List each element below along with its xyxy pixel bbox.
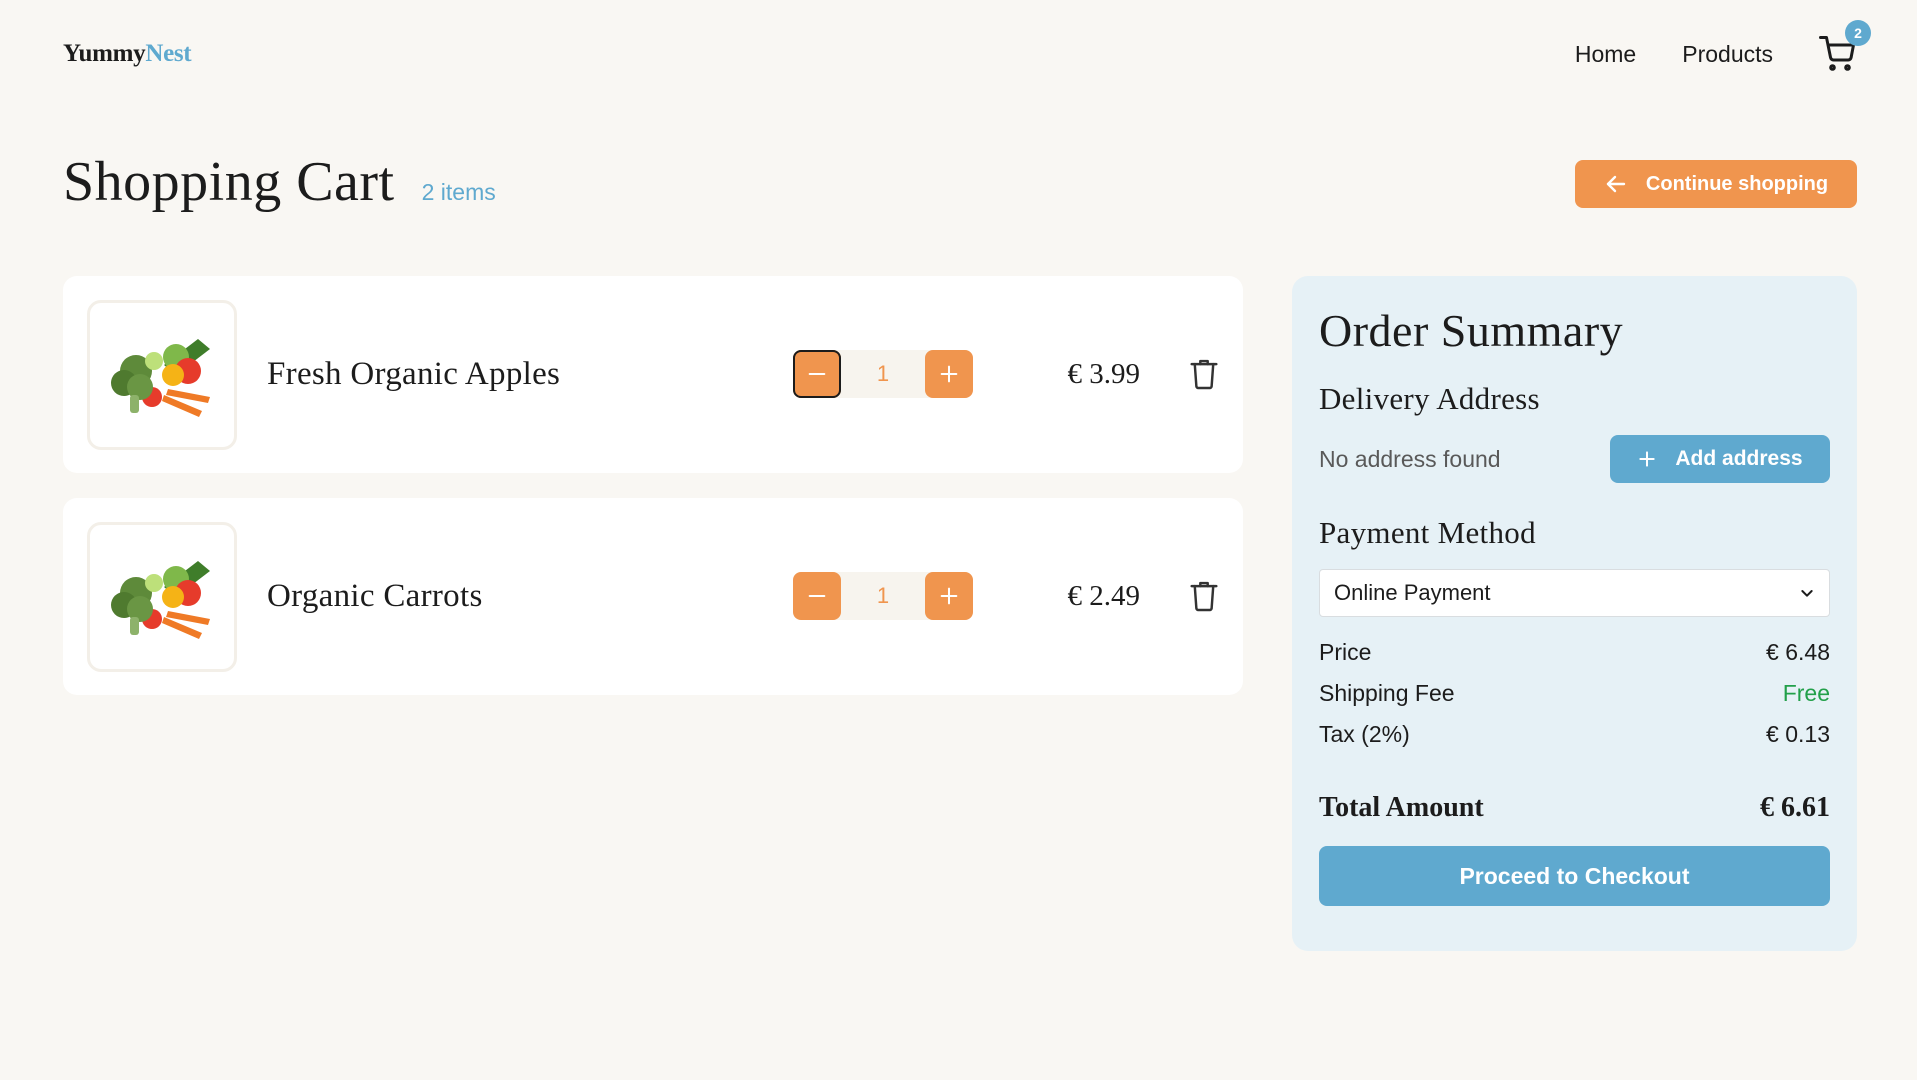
cart-item-list: Fresh Organic Apples 1 € 3.99 Organic Ca… — [63, 276, 1243, 720]
cart-item-count: 2 items — [421, 179, 496, 205]
trash-icon — [1190, 359, 1218, 390]
total-amount-label: Total Amount — [1319, 792, 1484, 823]
shipping-fee-value: Free — [1782, 680, 1830, 706]
price-line: Price € 6.48 — [1319, 639, 1830, 666]
nav-home-link[interactable]: Home — [1575, 41, 1636, 68]
plus-icon — [940, 365, 958, 383]
vegetables-image — [111, 560, 210, 639]
payment-method-select[interactable]: Online Payment — [1319, 569, 1830, 617]
trash-icon — [1190, 581, 1218, 612]
no-address-text: No address found — [1319, 445, 1501, 472]
order-summary-panel: Order Summary Delivery Address No addres… — [1292, 276, 1857, 951]
page-title-row: Shopping Cart 2 items — [63, 150, 496, 214]
remove-item-button[interactable] — [1189, 580, 1219, 617]
minus-icon — [808, 372, 826, 376]
tax-label: Tax (2%) — [1319, 721, 1410, 747]
decrease-quantity-button[interactable] — [793, 350, 841, 398]
price-breakdown: Price € 6.48 Shipping Fee Free Tax (2%) … — [1319, 639, 1830, 748]
arrow-left-icon — [1606, 175, 1626, 193]
quantity-value[interactable]: 1 — [841, 361, 925, 387]
continue-shopping-label: Continue shopping — [1645, 172, 1829, 195]
add-address-label: Add address — [1675, 447, 1803, 470]
product-name: Organic Carrots — [267, 578, 483, 614]
shipping-fee-label: Shipping Fee — [1319, 680, 1455, 706]
quantity-stepper: 1 — [793, 572, 973, 620]
vegetables-image — [111, 338, 210, 417]
nav-products-link[interactable]: Products — [1682, 41, 1773, 68]
top-header: YummyNest Home Products 2 — [63, 20, 1871, 86]
payment-method-value: Online Payment — [1334, 580, 1491, 605]
chevron-down-icon — [1801, 590, 1813, 597]
main-nav: Home Products 2 — [1529, 20, 1871, 74]
brand-logo[interactable]: YummyNest — [63, 40, 192, 68]
remove-item-button[interactable] — [1189, 358, 1219, 395]
brand-name-part1: Yummy — [63, 40, 146, 67]
proceed-to-checkout-button[interactable]: Proceed to Checkout — [1319, 846, 1830, 906]
address-row: No address found Add address — [1319, 435, 1830, 483]
cart-item: Fresh Organic Apples 1 € 3.99 — [63, 276, 1243, 473]
decrease-quantity-button[interactable] — [793, 572, 841, 620]
total-amount-line: Total Amount € 6.61 — [1319, 792, 1830, 824]
item-price: € 2.49 — [1067, 580, 1141, 612]
tax-value: € 0.13 — [1766, 721, 1830, 747]
price-value: € 6.48 — [1766, 639, 1830, 665]
quantity-value[interactable]: 1 — [841, 583, 925, 609]
page-title: Shopping Cart — [63, 151, 395, 213]
payment-method-heading: Payment Method — [1319, 515, 1536, 550]
delivery-address-heading: Delivery Address — [1319, 381, 1540, 416]
order-summary-title: Order Summary — [1319, 305, 1624, 356]
cart-count-badge: 2 — [1845, 20, 1871, 46]
continue-shopping-button[interactable]: Continue shopping — [1575, 160, 1857, 208]
add-address-button[interactable]: Add address — [1610, 435, 1830, 483]
price-label: Price — [1319, 639, 1372, 665]
total-amount-value: € 6.61 — [1760, 792, 1830, 823]
plus-icon — [940, 587, 958, 605]
tax-line: Tax (2%) € 0.13 — [1319, 721, 1830, 748]
minus-icon — [808, 594, 826, 598]
cart-item: Organic Carrots 1 € 2.49 — [63, 498, 1243, 695]
plus-icon — [1639, 451, 1656, 467]
increase-quantity-button[interactable] — [925, 350, 973, 398]
increase-quantity-button[interactable] — [925, 572, 973, 620]
product-thumbnail[interactable] — [87, 521, 237, 672]
quantity-stepper: 1 — [793, 350, 973, 398]
brand-name-part2: Nest — [145, 40, 192, 67]
cart-button[interactable]: 2 — [1819, 20, 1871, 74]
shipping-fee-line: Shipping Fee Free — [1319, 680, 1830, 707]
product-name: Fresh Organic Apples — [267, 356, 561, 392]
product-thumbnail[interactable] — [87, 299, 237, 450]
item-price: € 3.99 — [1067, 358, 1141, 390]
